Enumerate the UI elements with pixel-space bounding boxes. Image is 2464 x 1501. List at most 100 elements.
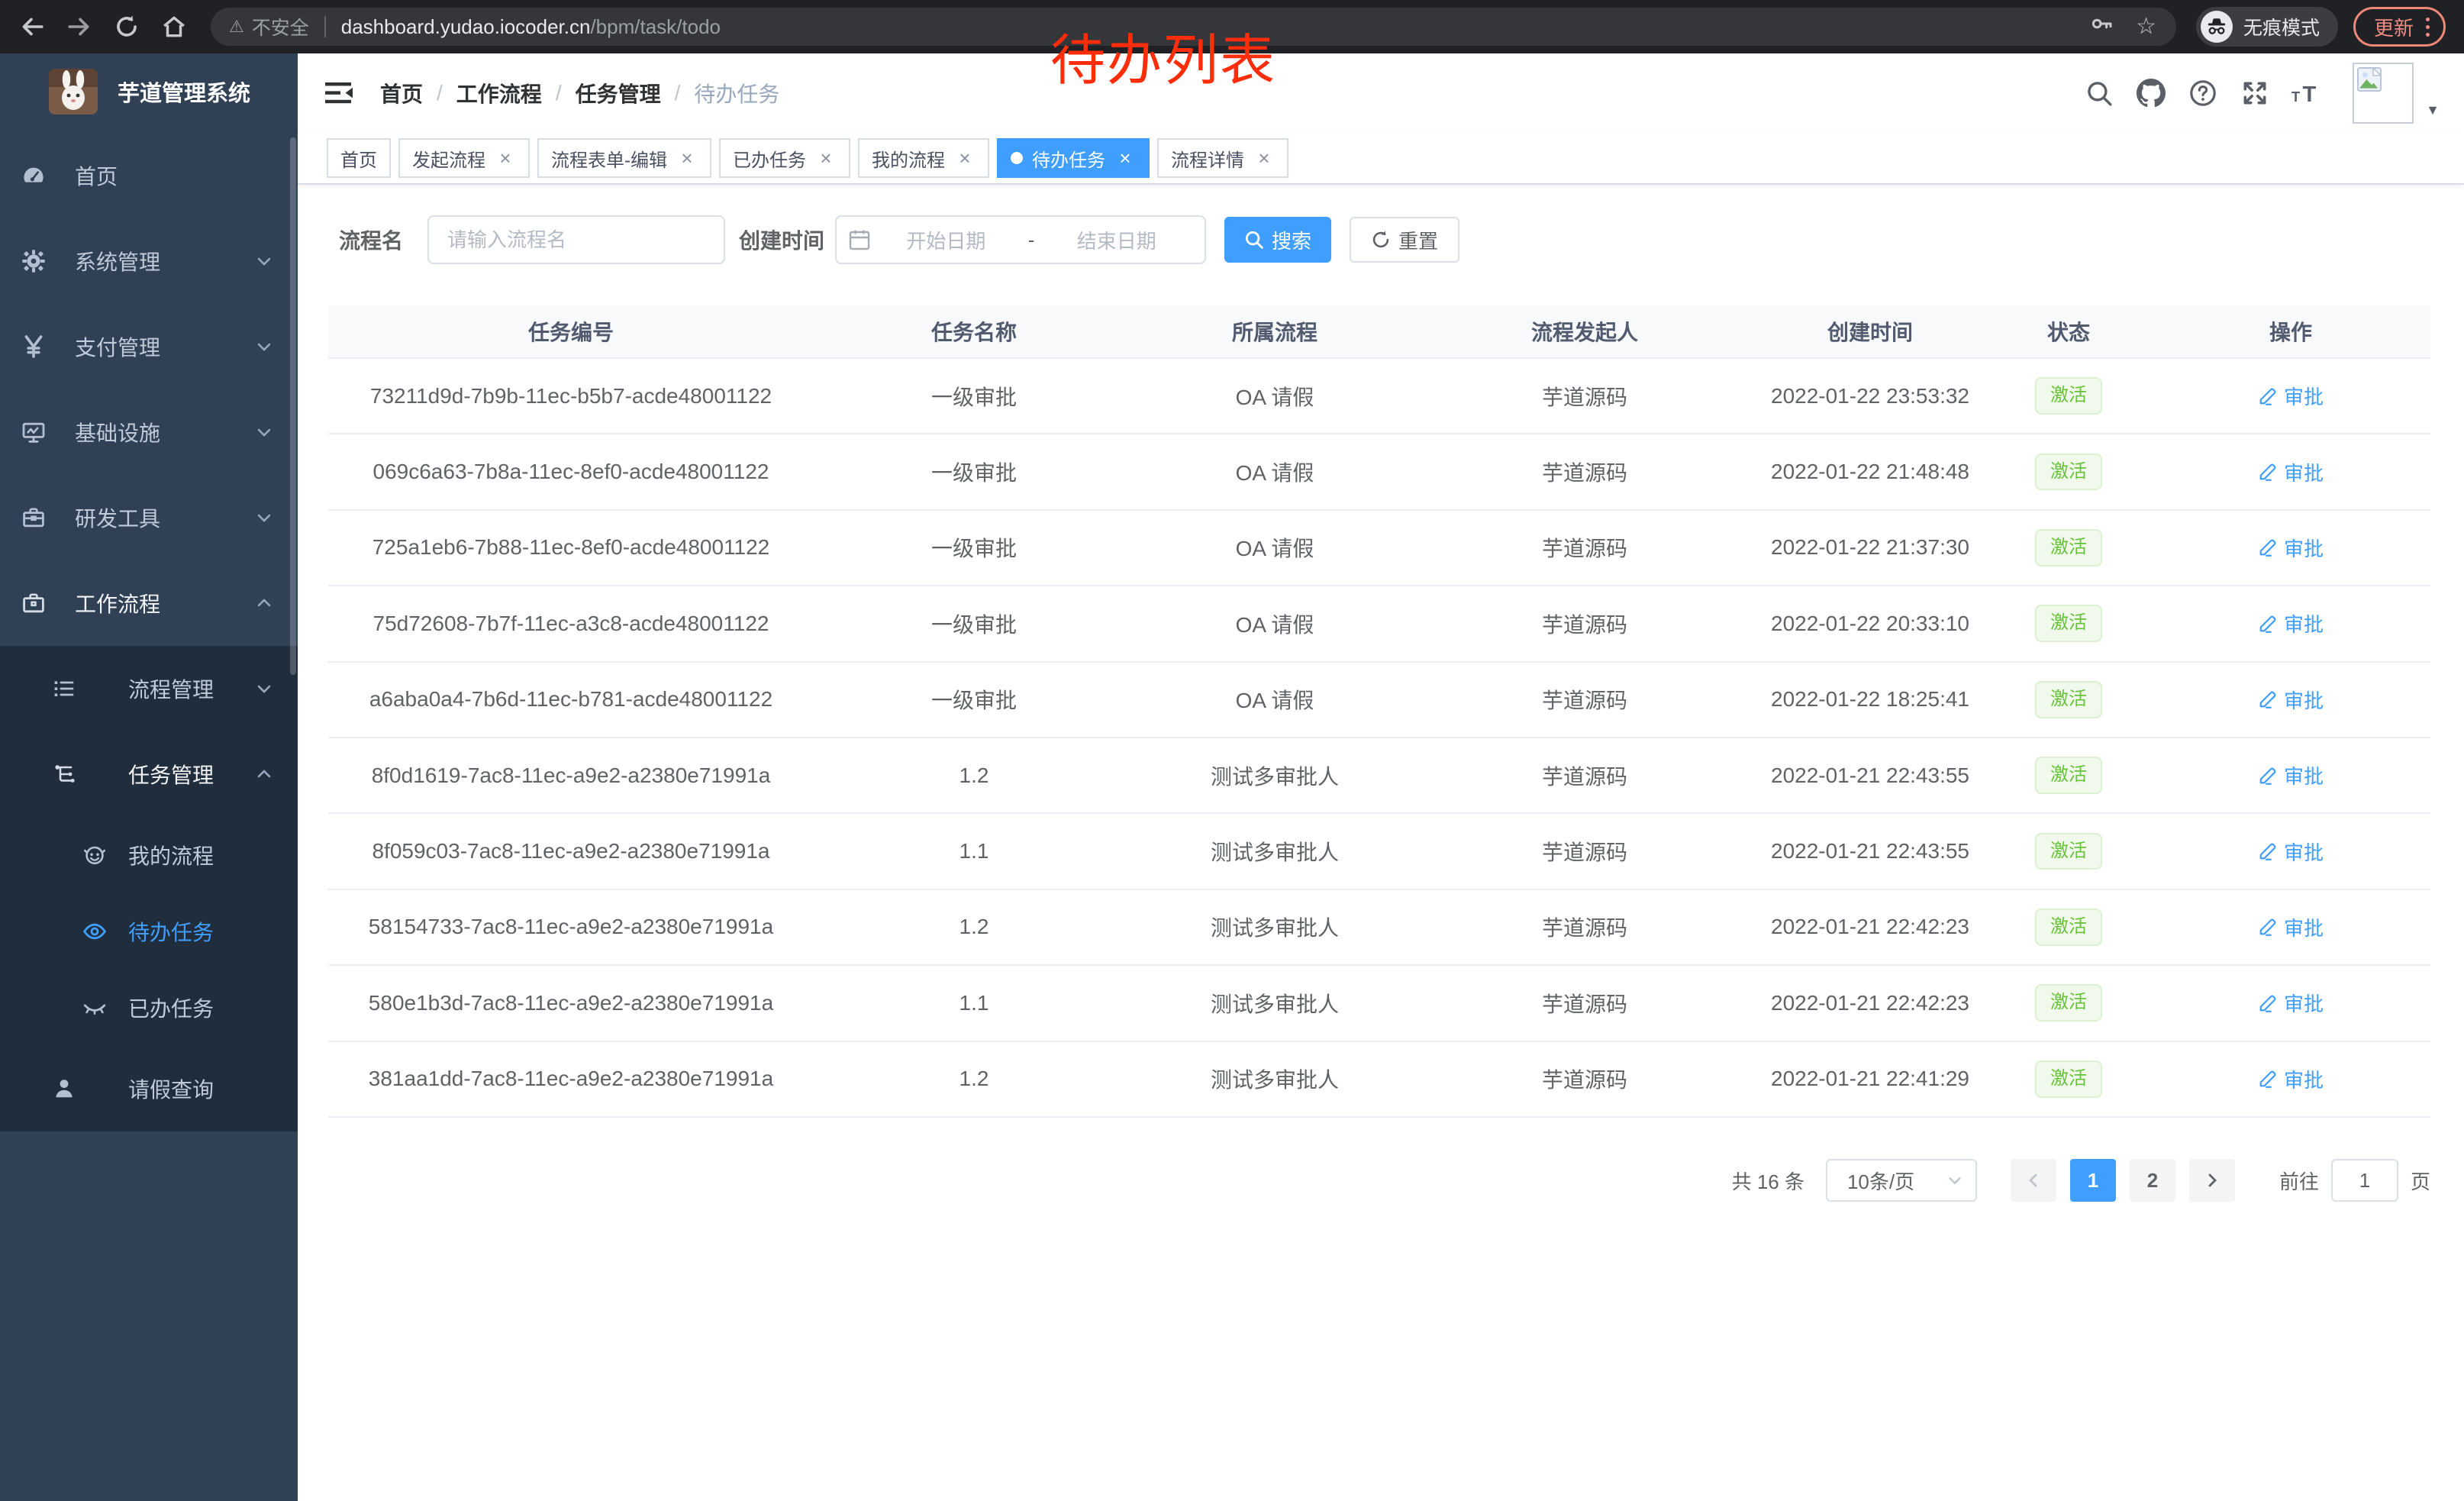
- github-icon[interactable]: [2136, 78, 2166, 108]
- tab-my-process[interactable]: 我的流程×: [858, 138, 989, 178]
- sidebar-item-infra[interactable]: 基础设施: [0, 389, 298, 475]
- sidebar-item-system[interactable]: 系统管理: [0, 218, 298, 304]
- next-page-button[interactable]: [2189, 1159, 2235, 1202]
- table-row: 069c6a63-7b8a-11ec-8ef0-acde48001122 一级审…: [328, 434, 2430, 510]
- main-content: 首页 / 工作流程 / 任务管理 / 待办任务 TT ▼ 首页: [298, 53, 2464, 1501]
- tab-start-process[interactable]: 发起流程×: [398, 138, 530, 178]
- update-button[interactable]: 更新: [2353, 7, 2446, 47]
- sidebar-item-workflow[interactable]: 工作流程: [0, 560, 298, 646]
- approve-button[interactable]: 审批: [2258, 534, 2324, 562]
- starter-cell: 芋道源码: [1415, 511, 1754, 585]
- starter-cell: 芋道源码: [1415, 434, 1754, 508]
- process-cell: 测试多审批人: [1134, 890, 1415, 964]
- sidebar-scrollbar[interactable]: [290, 137, 296, 675]
- broken-image-icon: [2357, 67, 2383, 93]
- caret-down-icon[interactable]: ▼: [2426, 102, 2440, 118]
- approve-button[interactable]: 审批: [2258, 989, 2324, 1017]
- home-icon[interactable]: [159, 11, 189, 42]
- edit-pencil-icon: [2258, 993, 2278, 1013]
- task-id-cell: 8f059c03-7ac8-11ec-a9e2-a2380e71991a: [328, 814, 814, 888]
- breadcrumb-workflow[interactable]: 工作流程: [456, 78, 542, 108]
- help-icon[interactable]: [2188, 78, 2218, 108]
- search-icon[interactable]: [2084, 78, 2114, 108]
- reset-button[interactable]: 重置: [1350, 217, 1459, 263]
- close-icon[interactable]: ×: [1114, 147, 1136, 169]
- create-time-label: 创建时间: [739, 224, 824, 255]
- tab-done-tasks[interactable]: 已办任务×: [719, 138, 850, 178]
- sidebar-item-my-process[interactable]: 我的流程: [0, 817, 298, 893]
- sidebar-item-payment[interactable]: 支付管理: [0, 304, 298, 389]
- tab-home[interactable]: 首页: [327, 138, 391, 178]
- process-cell: OA 请假: [1134, 663, 1415, 737]
- close-icon[interactable]: ×: [954, 147, 976, 169]
- sidebar-item-devtools[interactable]: 研发工具: [0, 475, 298, 560]
- date-range-input[interactable]: 开始日期 - 结束日期: [835, 215, 1206, 264]
- avatar[interactable]: [2353, 63, 2414, 124]
- page-button-1[interactable]: 1: [2070, 1159, 2116, 1202]
- breadcrumb-home[interactable]: 首页: [380, 78, 423, 108]
- fullscreen-icon[interactable]: [2240, 78, 2270, 108]
- gear-icon: [21, 249, 46, 273]
- sidebar-item-done-tasks[interactable]: 已办任务: [0, 970, 298, 1046]
- sidebar-item-home[interactable]: 首页: [0, 133, 298, 218]
- close-icon[interactable]: ×: [676, 147, 698, 169]
- star-icon[interactable]: ☆: [2136, 15, 2156, 38]
- svg-text:T: T: [2303, 82, 2317, 107]
- chevron-up-icon: [255, 594, 273, 612]
- sidebar-item-leave-query[interactable]: 请假查询: [0, 1046, 298, 1131]
- task-id-cell: a6aba0a4-7b6d-11ec-b781-acde48001122: [328, 663, 814, 737]
- task-name-cell: 1.1: [814, 966, 1134, 1040]
- tab-todo-tasks[interactable]: 待办任务×: [997, 138, 1150, 178]
- more-menu-icon[interactable]: [2426, 18, 2430, 37]
- key-icon[interactable]: [2090, 11, 2114, 42]
- tasks-table: 任务编号 任务名称 所属流程 流程发起人 创建时间 状态 操作 73211d9d…: [328, 305, 2430, 1118]
- action-cell: 审批: [2151, 434, 2430, 508]
- process-name-input[interactable]: [427, 215, 725, 264]
- page-button-2[interactable]: 2: [2130, 1159, 2175, 1202]
- close-icon[interactable]: ×: [815, 147, 837, 169]
- goto-page-input[interactable]: [2331, 1159, 2398, 1202]
- table-row: 8f059c03-7ac8-11ec-a9e2-a2380e71991a 1.1…: [328, 814, 2430, 889]
- logo-row[interactable]: 芋道管理系统: [0, 53, 298, 130]
- sidebar-item-process-mgmt[interactable]: 流程管理: [0, 646, 298, 731]
- breadcrumb-task-mgmt[interactable]: 任务管理: [576, 78, 661, 108]
- url-bar[interactable]: ⚠ 不安全 dashboard.yudao.iocoder.cn/bpm/tas…: [211, 8, 2176, 46]
- tags-view: 首页 发起流程× 流程表单-编辑× 已办任务× 我的流程× 待办任务× 流程详情…: [298, 133, 2464, 185]
- approve-button[interactable]: 审批: [2258, 609, 2324, 638]
- table-header: 任务编号 任务名称 所属流程 流程发起人 创建时间 状态 操作: [328, 305, 2430, 359]
- approve-button[interactable]: 审批: [2258, 1065, 2324, 1093]
- font-size-icon[interactable]: TT: [2291, 78, 2322, 108]
- sidebar-item-todo-tasks[interactable]: 待办任务: [0, 893, 298, 970]
- edit-pencil-icon: [2258, 537, 2278, 557]
- forward-icon[interactable]: [64, 11, 95, 42]
- approve-button[interactable]: 审批: [2258, 382, 2324, 410]
- reload-icon[interactable]: [111, 11, 142, 42]
- close-icon[interactable]: ×: [495, 147, 516, 169]
- process-cell: 测试多审批人: [1134, 1042, 1415, 1116]
- back-icon[interactable]: [17, 11, 47, 42]
- tab-process-detail[interactable]: 流程详情×: [1157, 138, 1288, 178]
- approve-button[interactable]: 审批: [2258, 913, 2324, 941]
- range-separator: -: [1022, 228, 1041, 252]
- start-date-placeholder: 开始日期: [870, 226, 1022, 254]
- chevron-down-icon: [255, 423, 273, 441]
- page-size-select[interactable]: 10条/页: [1826, 1159, 1977, 1202]
- workflow-submenu: 流程管理 任务管理 我的流程 待办任务 已办: [0, 646, 298, 1131]
- created-time-cell: 2022-01-22 23:53:32: [1754, 359, 1986, 433]
- menu-fold-icon[interactable]: [325, 79, 356, 107]
- sidebar-item-task-mgmt[interactable]: 任务管理: [0, 731, 298, 817]
- close-icon[interactable]: ×: [1253, 147, 1275, 169]
- approve-button[interactable]: 审批: [2258, 458, 2324, 486]
- approve-button[interactable]: 审批: [2258, 686, 2324, 714]
- status-cell: 激活: [1986, 663, 2151, 737]
- tab-form-edit[interactable]: 流程表单-编辑×: [537, 138, 711, 178]
- prev-page-button[interactable]: [2011, 1159, 2056, 1202]
- approve-button[interactable]: 审批: [2258, 761, 2324, 789]
- pagination-total: 共 16 条: [1732, 1167, 1804, 1195]
- url-text[interactable]: dashboard.yudao.iocoder.cn/bpm/task/todo: [341, 15, 2090, 39]
- task-id-cell: 58154733-7ac8-11ec-a9e2-a2380e71991a: [328, 890, 814, 964]
- approve-button[interactable]: 审批: [2258, 838, 2324, 866]
- action-cell: 审批: [2151, 511, 2430, 585]
- search-button[interactable]: 搜索: [1224, 217, 1331, 263]
- starter-cell: 芋道源码: [1415, 1042, 1754, 1116]
